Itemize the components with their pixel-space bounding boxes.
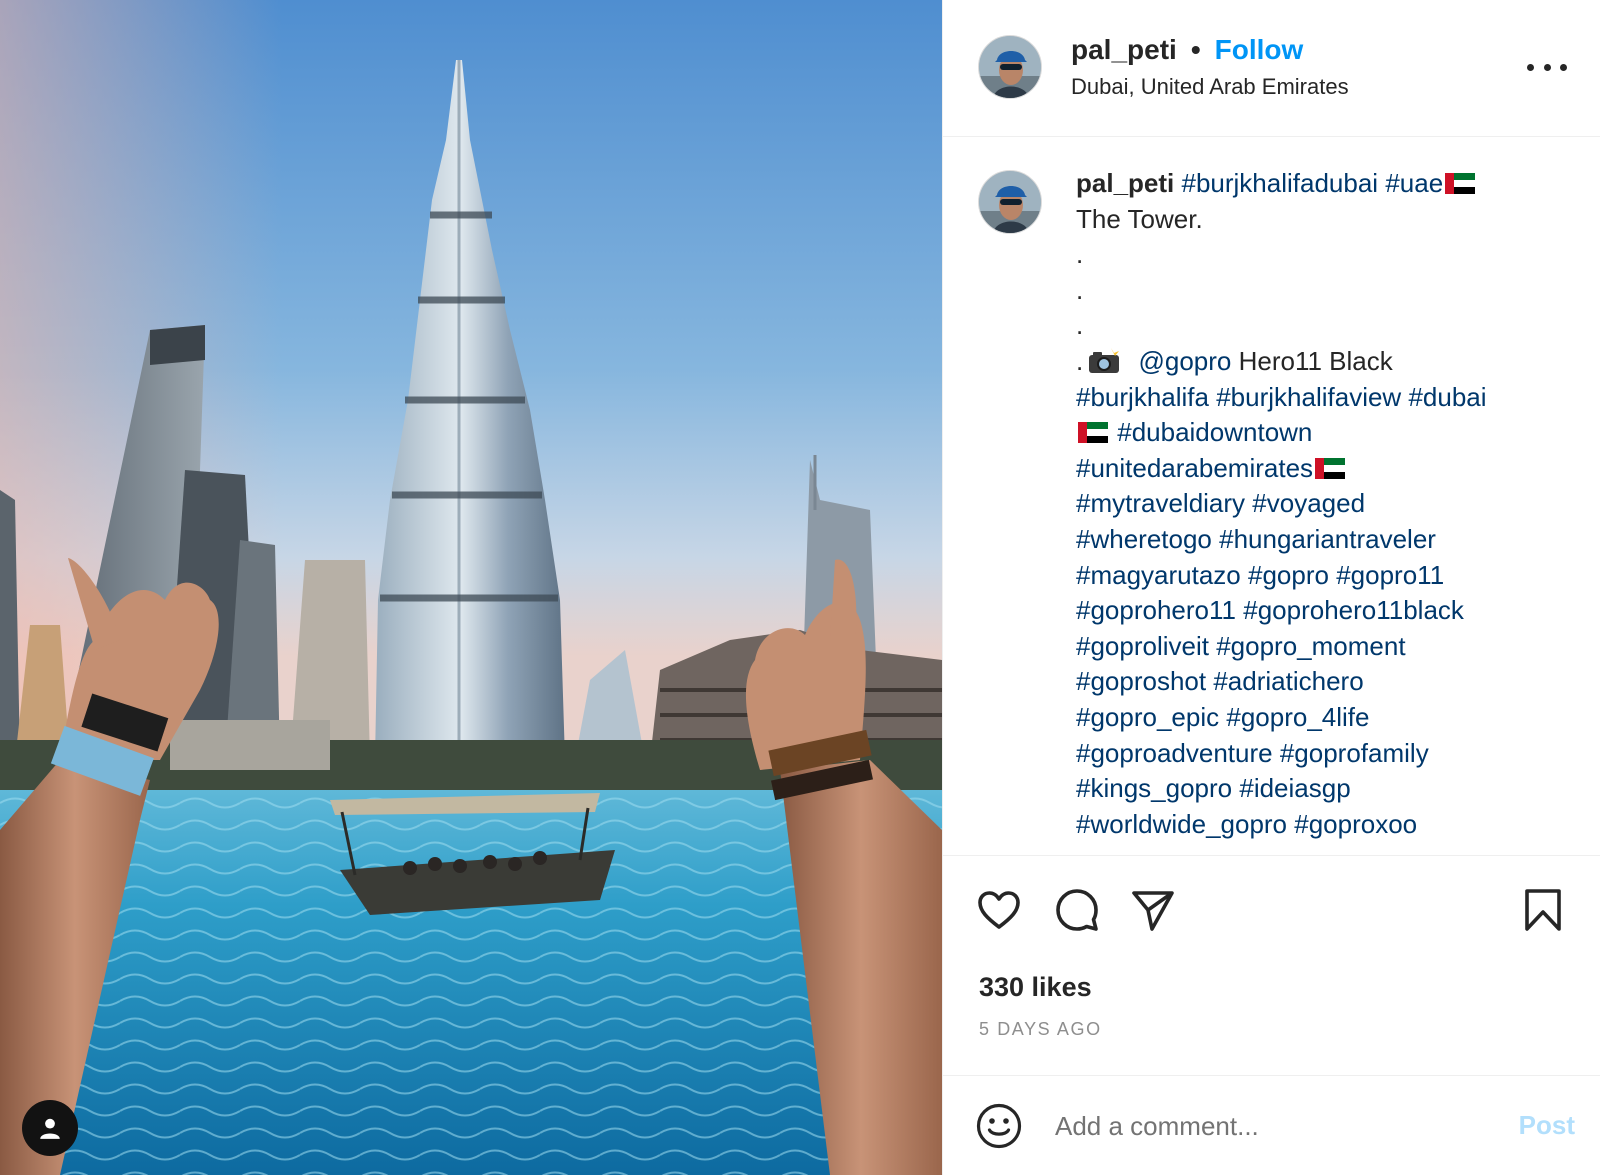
hashtag-link[interactable]: #ideiasgp bbox=[1239, 773, 1350, 803]
author-username[interactable]: pal_peti bbox=[1071, 32, 1177, 68]
hashtag-link[interactable]: #burjkhalifadubai bbox=[1181, 168, 1378, 198]
emoji-button[interactable] bbox=[975, 1102, 1023, 1150]
caption-text: The Tower. bbox=[1076, 203, 1203, 234]
profile-picture bbox=[979, 36, 1041, 98]
comment-icon bbox=[1056, 889, 1098, 931]
separator-dot: • bbox=[1190, 34, 1201, 65]
more-options-icon[interactable] bbox=[1527, 52, 1567, 82]
hashtag-link[interactable]: #hungariantraveler bbox=[1219, 524, 1436, 554]
hashtag-link[interactable]: #gopro_moment bbox=[1216, 631, 1405, 661]
hashtag-link[interactable]: #wheretogo bbox=[1076, 524, 1212, 554]
hashtag-link[interactable]: #goproadventure bbox=[1076, 738, 1273, 768]
post-header: pal_peti • Follow Dubai, United Arab Emi… bbox=[943, 0, 1600, 137]
caption-dot: . bbox=[1076, 239, 1084, 270]
hashtag-link[interactable]: #goproxoo bbox=[1294, 809, 1417, 839]
caption-username[interactable]: pal_peti bbox=[1076, 168, 1174, 198]
hashtag-link[interactable]: #burjkhalifa bbox=[1076, 382, 1209, 412]
caption-dot: . bbox=[1076, 310, 1084, 341]
hashtag-link[interactable]: #burjkhalifaview bbox=[1216, 382, 1401, 412]
tagged-people-button[interactable] bbox=[22, 1100, 78, 1156]
hashtag-link[interactable]: #dubai bbox=[1408, 382, 1486, 412]
hashtag-link[interactable]: #uae bbox=[1385, 168, 1443, 198]
person-icon bbox=[40, 1118, 60, 1139]
hashtag-link[interactable]: #kings_gopro bbox=[1076, 773, 1232, 803]
likes-count[interactable]: 330 likes bbox=[979, 972, 1092, 1003]
hashtag-link[interactable]: #gopro_4life bbox=[1226, 702, 1369, 732]
hashtag-link[interactable]: #goprofamily bbox=[1280, 738, 1429, 768]
burj-khalifa-photo bbox=[0, 0, 942, 1175]
caption-dot: . bbox=[1076, 274, 1084, 305]
hashtag-link[interactable]: #unitedarabemirates bbox=[1076, 453, 1313, 483]
comment-input[interactable] bbox=[1055, 1102, 1475, 1150]
hashtag-link[interactable]: #magyarutazo bbox=[1076, 560, 1241, 590]
hashtag-link[interactable]: #goprohero11black bbox=[1243, 595, 1464, 625]
hashtag-link[interactable]: #gopro11 bbox=[1336, 560, 1444, 590]
share-icon bbox=[1132, 891, 1174, 931]
caption-dot: . bbox=[1076, 345, 1084, 376]
follow-button[interactable]: Follow bbox=[1215, 32, 1304, 68]
hashtag-link[interactable]: #gopro_epic bbox=[1076, 702, 1219, 732]
hashtag-link[interactable]: #mytraveldiary bbox=[1076, 488, 1245, 518]
header-info: pal_peti • Follow Dubai, United Arab Emi… bbox=[1071, 32, 1349, 102]
post-comment-button[interactable]: Post bbox=[1519, 1110, 1575, 1141]
mention-link[interactable]: @gopro bbox=[1138, 346, 1231, 376]
hashtag-link[interactable]: #gopro bbox=[1248, 560, 1329, 590]
hashtag-link[interactable]: #goprohero11 bbox=[1076, 595, 1236, 625]
like-button[interactable] bbox=[975, 886, 1023, 934]
post-location[interactable]: Dubai, United Arab Emirates bbox=[1071, 72, 1349, 102]
camera-with-flash-emoji bbox=[1089, 347, 1120, 373]
uae-flag-emoji bbox=[1445, 173, 1476, 194]
hashtag-link[interactable]: #voyaged bbox=[1252, 488, 1365, 518]
heart-icon bbox=[978, 891, 1020, 929]
share-button[interactable] bbox=[1129, 886, 1177, 934]
hashtag-link[interactable]: #dubaidowntown bbox=[1117, 417, 1312, 447]
comment-button[interactable] bbox=[1053, 886, 1101, 934]
post-timestamp[interactable]: 5 DAYS AGO bbox=[979, 1019, 1102, 1040]
bookmark-icon bbox=[1525, 889, 1561, 931]
caption-text: Hero11 Black bbox=[1238, 345, 1393, 376]
post-actions: 330 likes 5 DAYS AGO bbox=[943, 855, 1600, 1075]
post-sidebar: pal_peti • Follow Dubai, United Arab Emi… bbox=[942, 0, 1600, 1175]
avatar[interactable] bbox=[978, 35, 1042, 99]
uae-flag-emoji bbox=[1315, 457, 1346, 479]
post-caption: pal_peti #burjkhalifadubai #uae The Towe… bbox=[1076, 166, 1581, 842]
hashtag-link[interactable]: #adriatichero bbox=[1213, 666, 1363, 696]
hashtag-link[interactable]: #goproliveit bbox=[1076, 631, 1209, 661]
post-photo[interactable] bbox=[0, 0, 942, 1175]
caption-avatar[interactable] bbox=[978, 170, 1042, 234]
add-comment-bar: Post bbox=[943, 1075, 1600, 1175]
hashtag-link[interactable]: #worldwide_gopro bbox=[1076, 809, 1287, 839]
profile-picture bbox=[979, 171, 1041, 233]
hashtag-link[interactable]: #goproshot bbox=[1076, 666, 1206, 696]
save-button[interactable] bbox=[1519, 886, 1567, 934]
smiley-icon bbox=[976, 1103, 1022, 1149]
comments-scroll-area[interactable]: pal_peti #burjkhalifadubai #uae The Towe… bbox=[943, 138, 1600, 854]
uae-flag-emoji bbox=[1078, 422, 1108, 444]
